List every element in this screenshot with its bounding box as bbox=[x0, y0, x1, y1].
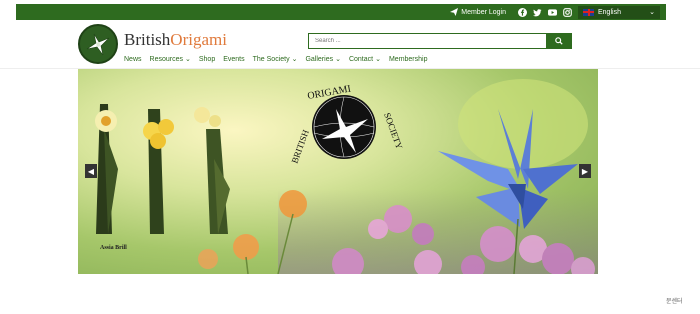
site-logo[interactable] bbox=[78, 24, 118, 64]
nav-item-the-society[interactable]: The Society ⌄ bbox=[252, 55, 298, 64]
main-nav: News Resources ⌄ Shop Events The Society ⌄… bbox=[124, 55, 428, 64]
nav-item-news[interactable]: News bbox=[124, 55, 142, 63]
origami-daffodils bbox=[95, 104, 230, 234]
nav-item-contact[interactable]: Contact ⌄ bbox=[348, 55, 381, 64]
nav-label: Galleries bbox=[305, 55, 334, 63]
nav-item-galleries[interactable]: Galleries ⌄ bbox=[305, 55, 341, 64]
brand-part2: Origami bbox=[170, 30, 227, 49]
language-selector[interactable]: English ⌄ bbox=[578, 5, 660, 19]
society-emblem: ORIGAMI BRITISH SOCIETY bbox=[289, 84, 404, 165]
nav-label: Membership bbox=[388, 55, 428, 63]
chevron-down-icon: ⌄ bbox=[649, 9, 655, 16]
nav-item-shop[interactable]: Shop bbox=[199, 55, 215, 63]
member-login-label: Member Login bbox=[461, 8, 506, 16]
svg-text:SOCIETY: SOCIETY bbox=[382, 111, 405, 151]
search-bar bbox=[308, 33, 572, 49]
page: Member Login English ⌄ BritishOrigami Se… bbox=[0, 0, 700, 314]
nav-label: The Society bbox=[252, 55, 290, 63]
twitter-icon[interactable] bbox=[533, 8, 542, 17]
nav-label: Shop bbox=[198, 55, 216, 63]
search-input[interactable] bbox=[309, 34, 546, 48]
search-button[interactable] bbox=[546, 34, 571, 48]
youtube-icon[interactable] bbox=[548, 8, 557, 17]
slider-prev-button[interactable]: ◀ bbox=[85, 164, 97, 178]
member-login-link[interactable]: Member Login bbox=[450, 8, 506, 16]
nav-label: News bbox=[124, 55, 142, 63]
top-bar: Member Login English ⌄ bbox=[16, 4, 666, 20]
chevron-down-icon: ⌄ bbox=[184, 56, 191, 63]
corner-text: 문센터 bbox=[666, 299, 683, 305]
site-brand[interactable]: BritishOrigami bbox=[124, 30, 227, 50]
paper-plane-icon bbox=[450, 8, 459, 16]
slider-next-button[interactable]: ▶ bbox=[579, 164, 591, 178]
language-label: English bbox=[598, 8, 621, 16]
origami-crane-logo-icon bbox=[86, 33, 110, 56]
chevron-down-icon: ⌄ bbox=[291, 56, 298, 63]
instagram-icon[interactable] bbox=[563, 7, 572, 17]
nav-item-membership[interactable]: Membership bbox=[389, 55, 428, 63]
svg-text:BRITISH: BRITISH bbox=[289, 128, 311, 165]
nav-label: Events bbox=[223, 55, 245, 63]
pink-flowers bbox=[332, 205, 595, 274]
hero-artwork: ORIGAMI BRITISH SOCIETY bbox=[95, 84, 595, 274]
chevron-right-icon: ▶ bbox=[581, 166, 589, 176]
chevron-down-icon: ⌄ bbox=[375, 56, 381, 63]
brand-part1: British bbox=[124, 30, 171, 49]
nav-label: Contact bbox=[348, 55, 374, 63]
chevron-left-icon: ◀ bbox=[87, 166, 95, 176]
site-header: BritishOrigami News Resources⌄ Shop Even… bbox=[78, 24, 598, 68]
nav-label: Resources bbox=[149, 55, 183, 63]
chevron-down-icon: ⌄ bbox=[335, 56, 341, 63]
nav-item-events[interactable]: Events bbox=[223, 55, 244, 63]
uk-flag-icon bbox=[583, 8, 594, 16]
search-icon bbox=[554, 37, 563, 45]
nav-item-resources[interactable]: Resources ⌄ bbox=[149, 55, 191, 64]
hero-slider: ORIGAMI BRITISH SOCIETY ◀ ▶ Assia Brill bbox=[78, 69, 598, 274]
facebook-icon[interactable] bbox=[518, 7, 527, 17]
hero-caption: Assia Brill bbox=[100, 245, 127, 251]
